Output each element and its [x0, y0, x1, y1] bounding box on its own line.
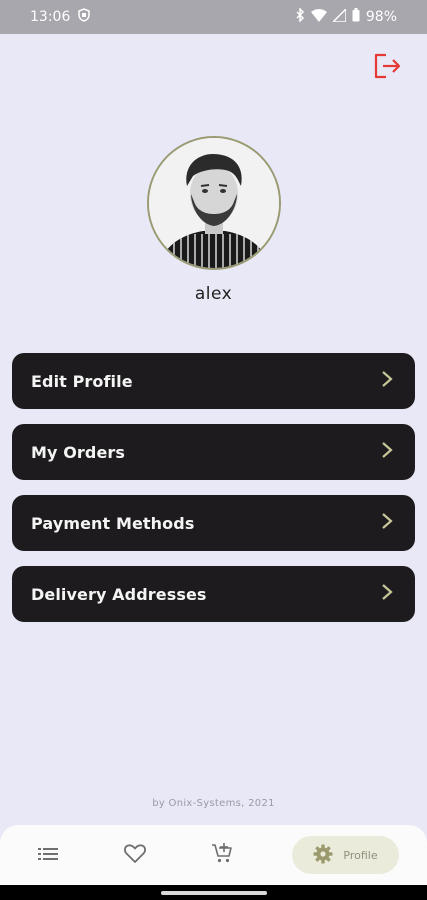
menu-item-label: Edit Profile	[31, 371, 133, 391]
payment-methods-button[interactable]: Payment Methods	[12, 495, 415, 551]
nav-favorites-button[interactable]	[117, 836, 153, 874]
footer-credit: by Onix-Systems, 2021	[152, 798, 275, 809]
home-indicator[interactable]	[160, 890, 267, 895]
chevron-right-icon	[381, 583, 393, 605]
logout-icon	[373, 53, 401, 83]
gesture-bar	[0, 885, 427, 900]
chevron-right-icon	[381, 512, 393, 534]
profile-username: alex	[194, 284, 233, 304]
profile-menu: Edit Profile My Orders Payment Methods D…	[12, 353, 415, 622]
bottom-nav: Profile	[0, 825, 427, 885]
bluetooth-icon	[295, 7, 305, 26]
gear-icon	[313, 844, 333, 867]
status-time: 13:06	[30, 9, 71, 25]
edit-profile-button[interactable]: Edit Profile	[12, 353, 415, 409]
my-orders-button[interactable]: My Orders	[12, 424, 415, 480]
signal-icon	[331, 6, 347, 26]
menu-item-label: Delivery Addresses	[31, 584, 207, 604]
list-icon	[38, 846, 58, 865]
nav-catalog-button[interactable]	[30, 836, 66, 874]
status-right: 98%	[295, 6, 397, 26]
menu-item-label: Payment Methods	[31, 513, 195, 533]
cart-add-icon	[211, 842, 233, 868]
chevron-right-icon	[381, 441, 393, 463]
status-left: 13:06	[30, 8, 91, 26]
menu-item-label: My Orders	[31, 442, 126, 462]
battery-icon	[352, 8, 360, 26]
shield-icon	[78, 8, 91, 26]
avatar[interactable]	[147, 136, 281, 270]
wifi-icon	[310, 8, 327, 26]
nav-profile-tab[interactable]: Profile	[292, 836, 399, 874]
chevron-right-icon	[381, 370, 393, 392]
status-bar: 13:06 98%	[0, 0, 427, 34]
nav-cart-button[interactable]	[204, 836, 240, 874]
heart-icon	[124, 843, 146, 867]
nav-profile-label: Profile	[343, 848, 378, 862]
battery-percent: 98%	[365, 9, 397, 25]
delivery-addresses-button[interactable]: Delivery Addresses	[12, 566, 415, 622]
avatar-photo	[149, 138, 279, 268]
logout-button[interactable]	[372, 53, 402, 83]
